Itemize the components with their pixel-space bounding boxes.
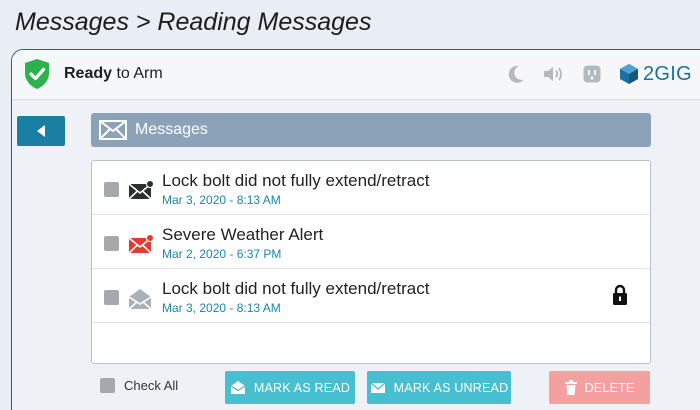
- closed-envelope-icon: [370, 382, 386, 393]
- message-row[interactable]: Lock bolt did not fully extend/retract M…: [92, 161, 650, 215]
- status-icons: 2GIG: [506, 61, 692, 87]
- message-subject: Lock bolt did not fully extend/retract: [162, 279, 430, 298]
- message-checkbox[interactable]: [104, 182, 119, 197]
- delete-button[interactable]: DELETE: [549, 371, 650, 404]
- unread-mail-icon: [128, 180, 154, 200]
- message-row[interactable]: Lock bolt did not fully extend/retract M…: [92, 269, 650, 323]
- mark-as-read-label: MARK AS READ: [253, 380, 351, 395]
- page-caption: Messages > Reading Messages: [15, 8, 372, 36]
- brand-name: 2GIG: [643, 62, 692, 85]
- outlet-icon[interactable]: [582, 64, 602, 84]
- messages-header: Messages: [91, 113, 651, 147]
- brand-logo: 2GIG: [618, 63, 692, 86]
- message-date: Mar 3, 2020 - 8:13 AM: [162, 193, 281, 207]
- read-mail-icon: [128, 289, 152, 310]
- lock-icon: [613, 284, 627, 305]
- back-button[interactable]: [17, 116, 65, 146]
- arm-status-rest: to Arm: [112, 65, 163, 82]
- brand-logo-icon: [620, 64, 638, 84]
- message-date: Mar 2, 2020 - 6:37 PM: [162, 247, 282, 261]
- delete-label: DELETE: [584, 380, 635, 395]
- message-row[interactable]: Severe Weather Alert Mar 2, 2020 - 6:37 …: [92, 215, 650, 269]
- mark-as-unread-label: MARK AS UNREAD: [393, 380, 509, 395]
- page-title: Messages: [135, 121, 208, 138]
- message-checkbox[interactable]: [104, 236, 119, 251]
- message-date: Mar 3, 2020 - 8:13 AM: [162, 301, 281, 315]
- message-subject: Lock bolt did not fully extend/retract: [162, 171, 430, 190]
- message-subject: Severe Weather Alert: [162, 225, 324, 244]
- message-list: Lock bolt did not fully extend/retract M…: [91, 160, 651, 364]
- alert-mail-icon: [128, 234, 154, 254]
- open-envelope-icon: [230, 381, 246, 394]
- panel-screen: Ready to Arm 2GIG Messages Lock bolt did…: [11, 49, 700, 410]
- check-all-checkbox[interactable]: [100, 378, 115, 393]
- moon-icon[interactable]: [506, 64, 526, 84]
- mark-as-read-button[interactable]: MARK AS READ: [225, 371, 355, 404]
- status-bar: Ready to Arm 2GIG: [12, 50, 700, 100]
- message-checkbox[interactable]: [104, 290, 119, 305]
- shield-check-icon: [25, 59, 49, 89]
- arm-status: Ready to Arm: [64, 65, 163, 83]
- arm-status-bold: Ready: [64, 65, 113, 82]
- back-arrow-icon: [37, 125, 45, 137]
- envelope-icon: [99, 120, 127, 140]
- check-all-label: Check All: [124, 378, 179, 393]
- speaker-icon[interactable]: [542, 64, 566, 84]
- trash-icon: [564, 380, 577, 395]
- mark-as-unread-button[interactable]: MARK AS UNREAD: [367, 371, 511, 404]
- check-all[interactable]: Check All: [100, 378, 178, 393]
